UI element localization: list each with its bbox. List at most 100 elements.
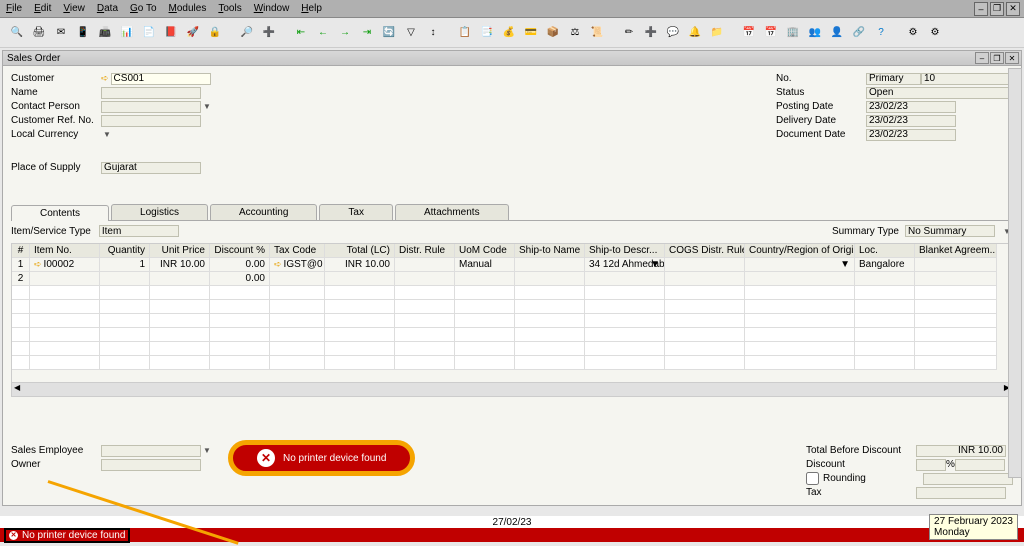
col-unit-price[interactable]: Unit Price — [150, 244, 210, 258]
no-series-input[interactable] — [866, 73, 921, 85]
col-blanket[interactable]: Blanket Agreem... — [915, 244, 997, 258]
export-word-icon[interactable]: 📄 — [140, 24, 158, 42]
cell-tax-code[interactable] — [270, 272, 325, 286]
cell-blanket[interactable] — [915, 272, 997, 286]
cell-tax-code[interactable]: IGST@0 — [270, 258, 325, 272]
app-close-icon[interactable]: ✕ — [1006, 2, 1020, 16]
menu-edit[interactable]: Edit — [34, 3, 51, 14]
print-icon[interactable]: 🖨 — [30, 24, 48, 42]
menu-help[interactable]: Help — [301, 3, 322, 14]
org-icon[interactable]: 👥 — [806, 24, 824, 42]
new-activity-icon[interactable]: ➕ — [642, 24, 660, 42]
rounding-checkbox[interactable] — [806, 472, 819, 485]
grid-row[interactable] — [12, 356, 1012, 370]
last-record-icon[interactable]: ⇥ — [358, 24, 376, 42]
grid-row[interactable] — [12, 286, 1012, 300]
layout-icon[interactable]: ✏ — [620, 24, 638, 42]
cell-ship-descr[interactable]: ▼34 12d Ahmedab — [585, 258, 665, 272]
cell-ship-name[interactable] — [515, 272, 585, 286]
help-icon[interactable]: ? — [872, 24, 890, 42]
cell-unit-price[interactable] — [150, 272, 210, 286]
cell-loc[interactable]: Bangalore — [855, 258, 915, 272]
fax-icon[interactable]: 📠 — [96, 24, 114, 42]
posting-input[interactable] — [866, 101, 956, 113]
owner-input[interactable] — [101, 459, 201, 471]
customer-link-icon[interactable] — [101, 73, 111, 84]
cell-discount[interactable]: 0.00 — [210, 272, 270, 286]
cell-item-no[interactable] — [30, 272, 100, 286]
col-tax-code[interactable]: Tax Code — [270, 244, 325, 258]
col-item-no[interactable]: Item No. — [30, 244, 100, 258]
customize-icon[interactable]: ⚙ — [904, 24, 922, 42]
tax-link-icon[interactable] — [274, 259, 284, 270]
next-record-icon[interactable]: → — [336, 24, 354, 42]
col-ship-name[interactable]: Ship-to Name — [515, 244, 585, 258]
cell-discount[interactable]: 0.00 — [210, 258, 270, 272]
tab-accounting[interactable]: Accounting — [210, 204, 317, 220]
export-pdf-icon[interactable]: 📕 — [162, 24, 180, 42]
tab-tax[interactable]: Tax — [319, 204, 393, 220]
sales-emp-input[interactable] — [101, 445, 201, 457]
cell-distr[interactable] — [395, 272, 455, 286]
balance-icon[interactable]: ⚖ — [566, 24, 584, 42]
cell-quantity[interactable] — [100, 272, 150, 286]
tab-contents[interactable]: Contents — [11, 205, 109, 221]
cell-uom[interactable] — [455, 272, 515, 286]
cell-uom[interactable]: Manual — [455, 258, 515, 272]
prev-record-icon[interactable]: ← — [314, 24, 332, 42]
messages-icon[interactable]: 💬 — [664, 24, 682, 42]
grid-horizontal-scrollbar[interactable]: ◀ ▶ — [12, 382, 1012, 396]
my-menu-icon[interactable]: 📁 — [708, 24, 726, 42]
col-discount[interactable]: Discount % — [210, 244, 270, 258]
sort-icon[interactable]: ↕ — [424, 24, 442, 42]
summary-type-input[interactable] — [905, 225, 995, 237]
transaction-icon[interactable]: 📜 — [588, 24, 606, 42]
export-excel-icon[interactable]: 📊 — [118, 24, 136, 42]
lock-icon[interactable]: 🔒 — [206, 24, 224, 42]
app-minimize-icon[interactable]: – — [974, 2, 988, 16]
col-uom[interactable]: UoM Code — [455, 244, 515, 258]
menu-data[interactable]: Data — [97, 3, 118, 14]
discount-pct-input[interactable] — [916, 459, 946, 471]
calendar-red-icon[interactable]: 📅 — [762, 24, 780, 42]
customize2-icon[interactable]: ⚙ — [926, 24, 944, 42]
col-loc[interactable]: Loc. — [855, 244, 915, 258]
contact-dropdown-icon[interactable]: ▼ — [201, 102, 213, 111]
cell-blanket[interactable] — [915, 258, 997, 272]
grid-row[interactable] — [12, 328, 1012, 342]
tab-logistics[interactable]: Logistics — [111, 204, 208, 220]
cell-cogs[interactable] — [665, 258, 745, 272]
base-doc-icon[interactable]: 📋 — [456, 24, 474, 42]
refresh-icon[interactable]: 🔄 — [380, 24, 398, 42]
user-icon[interactable]: 👤 — [828, 24, 846, 42]
col-quantity[interactable]: Quantity — [100, 244, 150, 258]
sales-emp-dropdown-icon[interactable]: ▼ — [201, 446, 213, 455]
calendar-icon[interactable]: 📅 — [740, 24, 758, 42]
app-restore-icon[interactable]: ❐ — [990, 2, 1004, 16]
col-total[interactable]: Total (LC) — [325, 244, 395, 258]
grid-row[interactable]: 1 I00002 1 INR 10.00 0.00 IGST@0 INR 10.… — [12, 258, 1012, 272]
contact-input[interactable] — [101, 101, 201, 113]
email-icon[interactable]: ✉ — [52, 24, 70, 42]
delivery-input[interactable] — [866, 115, 956, 127]
menu-window[interactable]: Window — [254, 3, 290, 14]
grid-body[interactable]: 1 I00002 1 INR 10.00 0.00 IGST@0 INR 10.… — [12, 258, 1012, 382]
gross-profit-icon[interactable]: 💰 — [500, 24, 518, 42]
cell-ship-name[interactable] — [515, 258, 585, 272]
cell-cogs[interactable] — [665, 272, 745, 286]
item-link-icon[interactable] — [34, 259, 44, 270]
cell-total[interactable] — [325, 272, 395, 286]
find-icon[interactable]: 🔎 — [238, 24, 256, 42]
currency-dropdown-icon[interactable]: ▼ — [101, 130, 113, 139]
customer-input[interactable] — [111, 73, 211, 85]
doc-restore-icon[interactable]: ❐ — [990, 52, 1004, 64]
menu-tools[interactable]: Tools — [218, 3, 241, 14]
col-index[interactable]: # — [12, 244, 30, 258]
form-vertical-scrollbar[interactable] — [1008, 68, 1022, 478]
sms-icon[interactable]: 📱 — [74, 24, 92, 42]
target-doc-icon[interactable]: 📑 — [478, 24, 496, 42]
alerts-icon[interactable]: 🔔 — [686, 24, 704, 42]
ref-input[interactable] — [101, 115, 201, 127]
doc-date-input[interactable] — [866, 129, 956, 141]
pos-input[interactable] — [101, 162, 201, 174]
